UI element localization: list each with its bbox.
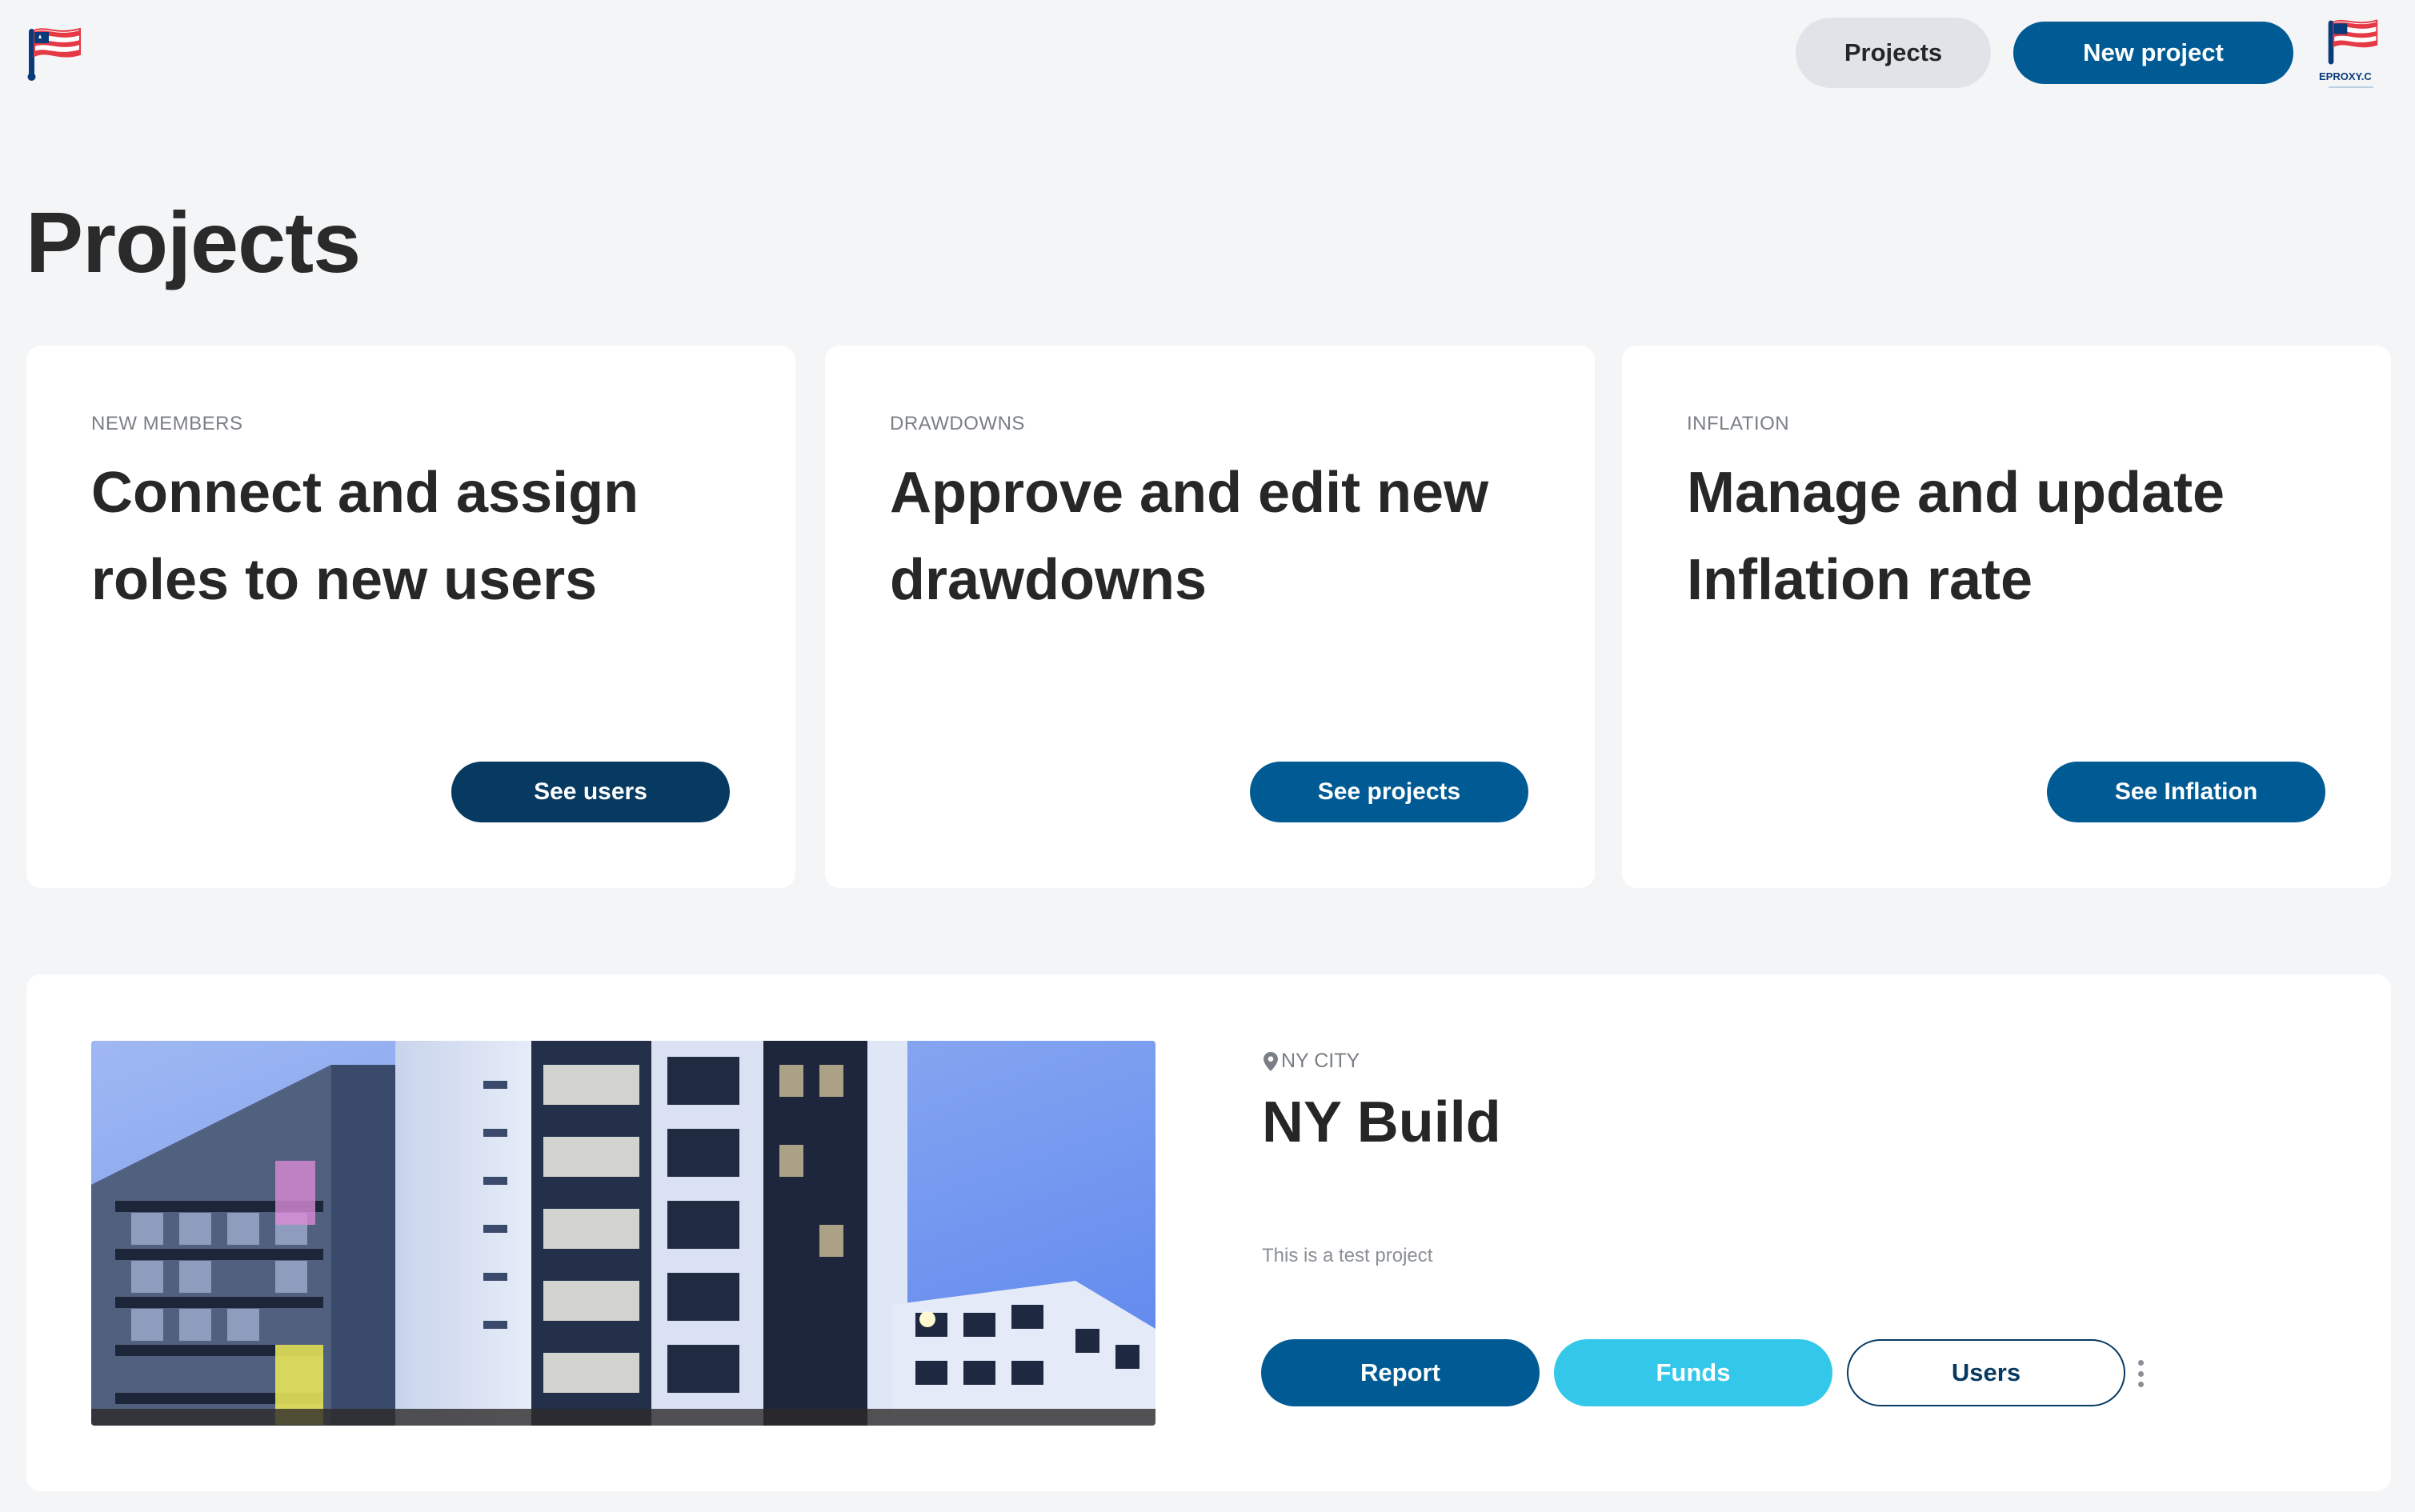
flag-logo-icon	[2328, 19, 2378, 65]
brand-text: EPROXY.C	[2319, 70, 2372, 82]
project-image[interactable]	[91, 1041, 1155, 1426]
location-pin-icon	[1264, 1051, 1278, 1071]
avatar[interactable]: EPROXY.C	[2317, 14, 2386, 94]
card-headline: Manage and update Inflation rate	[1687, 461, 2225, 612]
card-eyebrow: INFLATION	[1687, 413, 1790, 434]
drawdowns-card: DRAWDOWNS Approve and edit new drawdowns…	[825, 346, 1595, 888]
nav-projects-button[interactable]: Projects	[1796, 18, 1991, 88]
more-vertical-icon[interactable]	[2133, 1360, 2149, 1387]
inflation-card: INFLATION Manage and update Inflation ra…	[1622, 346, 2391, 888]
project-description: This is a test project	[1262, 1245, 1433, 1266]
see-users-button[interactable]: See users	[451, 762, 730, 822]
project-location: NY CITY	[1264, 1050, 1360, 1073]
brand-underline	[2329, 86, 2373, 88]
funds-button[interactable]: Funds	[1554, 1339, 1832, 1406]
card-eyebrow: DRAWDOWNS	[890, 413, 1025, 434]
card-headline: Connect and assign roles to new users	[91, 461, 639, 612]
users-button[interactable]: Users	[1847, 1339, 2125, 1406]
new-members-card: NEW MEMBERS Connect and assign roles to …	[26, 346, 795, 888]
page-title: Projects	[26, 194, 361, 290]
report-button[interactable]: Report	[1261, 1339, 1540, 1406]
project-card: NY CITY NY Build This is a test project …	[26, 974, 2391, 1491]
project-name: NY Build	[1262, 1090, 1501, 1154]
see-inflation-button[interactable]: See Inflation	[2047, 762, 2325, 822]
card-headline: Approve and edit new drawdowns	[890, 461, 1489, 612]
location-label: NY CITY	[1281, 1050, 1360, 1072]
flag-logo-icon[interactable]	[24, 22, 85, 83]
see-projects-button[interactable]: See projects	[1250, 762, 1528, 822]
card-eyebrow: NEW MEMBERS	[91, 413, 243, 434]
new-project-button[interactable]: New project	[2013, 22, 2293, 84]
